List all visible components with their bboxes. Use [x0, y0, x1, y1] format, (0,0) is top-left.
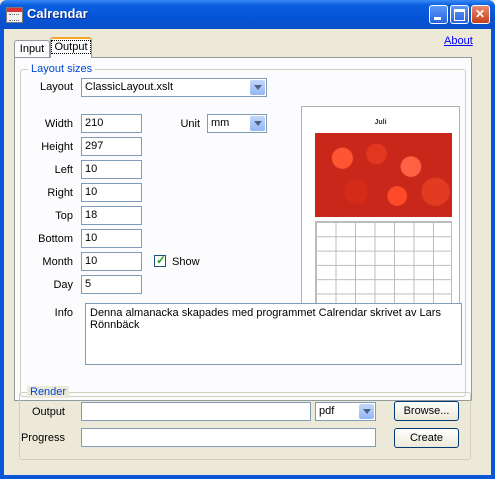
show-label: Show — [172, 256, 200, 268]
title-bar[interactable]: Calrendar — [0, 0, 495, 29]
layout-select-value: ClassicLayout.xslt — [85, 81, 174, 93]
show-checkbox[interactable] — [154, 253, 166, 267]
create-button[interactable]: Create — [394, 428, 459, 448]
width-input[interactable]: 210 — [81, 114, 142, 133]
right-margin-input[interactable]: 10 — [81, 183, 142, 202]
bottom-margin-input[interactable]: 10 — [81, 229, 142, 248]
info-textarea[interactable]: Denna almanacka skapades med programmet … — [85, 303, 462, 365]
about-link[interactable]: About — [444, 35, 473, 47]
output-path-input[interactable] — [81, 402, 311, 421]
top-margin-input[interactable]: 18 — [81, 206, 142, 225]
client-area: Input Output About Layout sizes Layout C… — [4, 29, 491, 475]
progress-bar — [81, 428, 376, 447]
layout-label: Layout — [39, 81, 73, 93]
top-margin-label: Top — [55, 210, 73, 222]
browse-button[interactable]: Browse... — [394, 401, 459, 421]
day-label: Day — [53, 279, 73, 291]
app-window: Calrendar Input Output About Layout size… — [0, 0, 495, 479]
height-input[interactable]: 297 — [81, 137, 142, 156]
format-select-value: pdf — [319, 405, 335, 417]
layout-select[interactable]: ClassicLayout.xslt — [81, 78, 267, 97]
minimize-button[interactable] — [429, 5, 448, 24]
window-title: Calrendar — [27, 6, 88, 21]
preview-calendar-grid — [315, 221, 452, 307]
tab-output-label: Output — [51, 40, 91, 54]
bottom-margin-label: Bottom — [38, 233, 73, 245]
info-label: Info — [54, 307, 73, 319]
unit-select[interactable]: mm — [207, 114, 267, 133]
height-label: Height — [41, 141, 73, 153]
left-margin-label: Left — [54, 164, 73, 176]
width-label: Width — [44, 118, 73, 130]
left-margin-input[interactable]: 10 — [81, 160, 142, 179]
layout-sizes-group-label: Layout sizes — [28, 63, 96, 75]
calendar-preview: Juli — [301, 106, 460, 318]
preview-month-title: Juli — [374, 119, 387, 126]
tab-input[interactable]: Input — [14, 40, 50, 57]
tab-output[interactable]: Output — [50, 37, 92, 58]
maximize-button[interactable] — [450, 5, 469, 24]
chevron-down-icon[interactable] — [359, 404, 374, 419]
chevron-down-icon[interactable] — [250, 116, 265, 131]
preview-photo — [315, 133, 452, 217]
day-input[interactable]: 5 — [81, 275, 142, 294]
right-margin-label: Right — [47, 187, 73, 199]
progress-label: Progress — [20, 432, 65, 444]
month-input[interactable]: 10 — [81, 252, 142, 271]
output-label: Output — [31, 406, 65, 418]
unit-label: Unit — [180, 118, 200, 130]
unit-select-value: mm — [211, 117, 230, 129]
format-select[interactable]: pdf — [315, 402, 376, 421]
close-button[interactable] — [471, 5, 490, 24]
chevron-down-icon[interactable] — [250, 80, 265, 95]
calendar-icon — [6, 7, 23, 23]
render-group-label: Render — [27, 386, 70, 398]
month-label: Month — [42, 256, 73, 268]
